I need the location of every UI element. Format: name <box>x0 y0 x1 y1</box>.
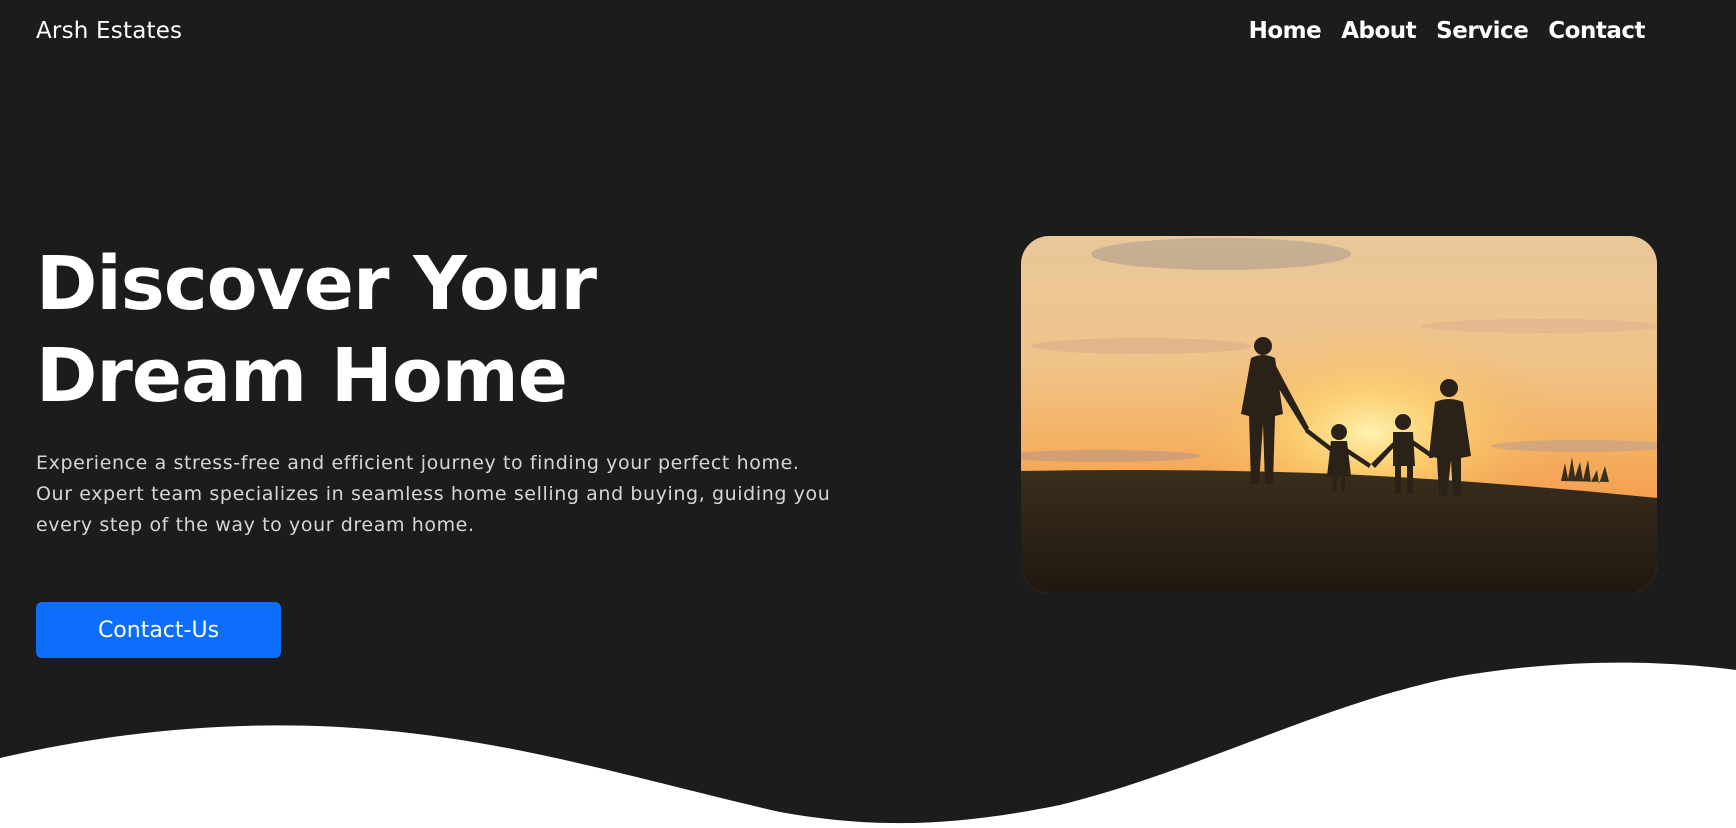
hero-description: Experience a stress-free and efficient j… <box>36 452 831 536</box>
nav-about-link[interactable]: About <box>1341 18 1416 44</box>
landing-page: Arsh Estates Home About Service Contact … <box>0 0 1736 828</box>
nav-home-link[interactable]: Home <box>1249 18 1322 44</box>
nav-contact-link[interactable]: Contact <box>1548 18 1645 44</box>
sunset-illustration <box>1021 236 1657 593</box>
brand-logo[interactable]: Arsh Estates <box>36 18 182 44</box>
main-nav: Home About Service Contact <box>1249 18 1646 44</box>
nav-service-link[interactable]: Service <box>1436 18 1529 44</box>
family-sunset-photo <box>1021 236 1657 593</box>
hero-title: Discover Your Dream Home <box>36 241 597 419</box>
bottom-wave <box>0 662 1736 828</box>
